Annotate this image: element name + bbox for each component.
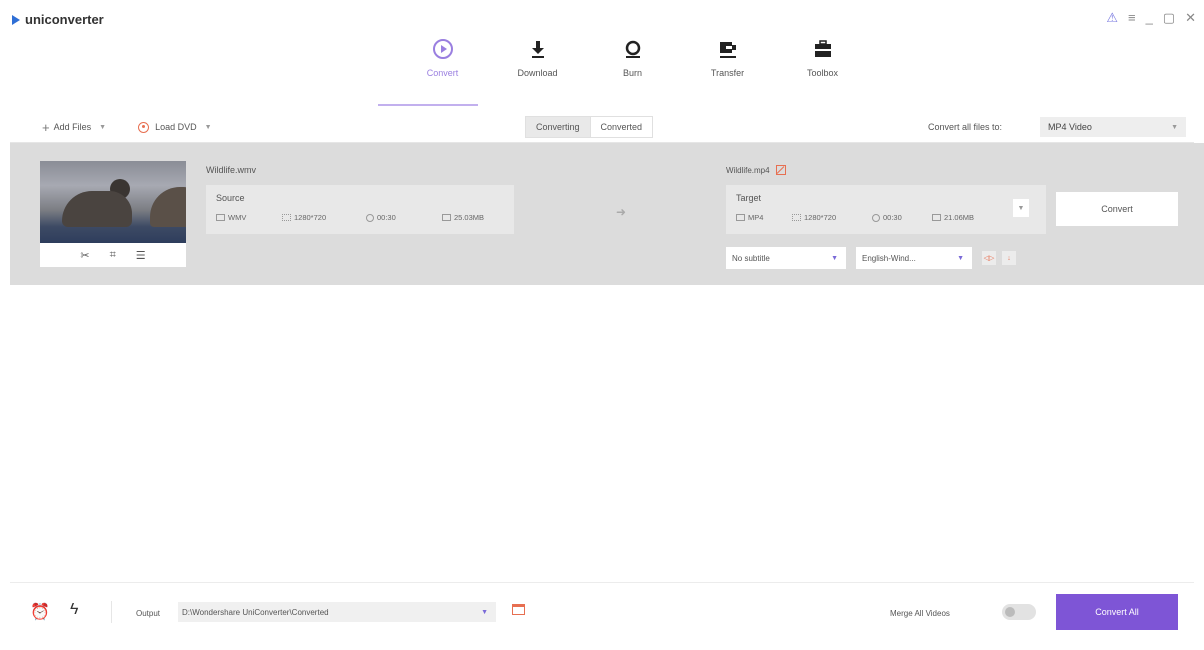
target-label: Target [736,193,762,203]
convert-icon [432,34,454,64]
source-filename: Wildlife.wmv [206,165,257,175]
active-tab-indicator [378,104,478,106]
target-filename: Wildlife.mp4 [726,165,786,175]
plus-icon: + [42,119,50,135]
source-format: WMV [216,213,246,222]
transfer-icon [718,34,738,64]
nav-convert[interactable]: Convert [395,34,490,108]
chevron-down-icon[interactable]: ▼ [205,124,212,131]
video-thumbnail[interactable] [40,161,186,243]
chevron-down-icon: ▼ [957,254,964,262]
chevron-down-icon[interactable]: ▼ [99,124,106,131]
app-name: uniconverter [25,12,104,27]
convert-all-button[interactable]: Convert All [1056,594,1178,630]
source-resolution: 1280*720 [282,213,326,222]
source-size: 25.03MB [442,213,484,222]
audio-track-value: English-Wind... [862,253,916,263]
tab-converting[interactable]: Converting [525,116,591,138]
add-files-button[interactable]: + Add Files ▼ [42,120,106,135]
merge-label: Merge All Videos [890,609,950,618]
nav-convert-label: Convert [426,68,459,78]
chevron-down-icon: ▼ [481,608,488,616]
nav-burn[interactable]: Burn [585,34,680,108]
target-format-dropdown[interactable]: ▼ [1013,199,1029,217]
app-logo: uniconverter [12,12,104,27]
divider [111,601,112,623]
source-info: Source WMV 1280*720 00:30 25.03MB [206,185,514,234]
download-icon [530,34,546,64]
nav-download[interactable]: Download [490,34,585,108]
footer-bar: ⏰ ϟ Output D:\Wondershare UniConverter\C… [10,582,1194,640]
toolbar: + Add Files ▼ Load DVD ▼ Converting Conv… [10,112,1194,143]
menu-icon[interactable]: ≡ [1128,10,1136,26]
edit-tools: ✂ ⌗ ☰ [40,243,186,267]
output-path-select[interactable]: D:\Wondershare UniConverter\Converted ▼ [178,602,496,622]
load-dvd-button[interactable]: Load DVD ▼ [138,121,212,133]
open-folder-icon[interactable] [512,604,525,615]
nav-transfer[interactable]: Transfer [680,34,775,108]
nav-toolbox-label: Toolbox [806,68,839,78]
target-info: Target MP4 1280*720 00:30 21.06MB [726,185,1046,234]
resolution-icon [282,214,291,221]
status-tabs: Converting Converted [525,116,654,138]
target-size: 21.06MB [932,213,974,222]
arrow-right-icon: ➜ [616,205,627,219]
logo-icon [12,14,20,25]
subtitle-select[interactable]: No subtitle ▼ [726,247,846,269]
app-window: uniconverter ⚠ ≡ _ ▢ ✕ Convert Download … [0,0,1204,650]
nav-toolbox[interactable]: Toolbox [775,34,870,108]
target-resolution: 1280*720 [792,213,836,222]
download-subtitle-icon[interactable]: ↓ [1002,251,1016,265]
tab-converted[interactable]: Converted [590,116,654,138]
target-format: MP4 [736,213,763,222]
chevron-down-icon: ▼ [1171,123,1178,131]
convert-all-label: Convert all files to: [928,122,1003,132]
effects-icon[interactable]: ☰ [136,249,146,262]
format-icon [216,214,225,221]
convert-button[interactable]: Convert [1056,192,1178,226]
output-format-select[interactable]: MP4 Video ▼ [1040,117,1186,137]
trim-icon[interactable]: ✂ [80,249,89,262]
minimize-icon[interactable]: _ [1146,10,1153,26]
nav-transfer-label: Transfer [710,68,745,78]
load-dvd-label: Load DVD [155,122,197,132]
source-duration: 00:30 [366,213,396,222]
crop-icon[interactable]: ⌗ [110,249,116,262]
format-icon [736,214,745,221]
edit-icon[interactable] [775,165,786,175]
audio-track-select[interactable]: English-Wind... ▼ [856,247,972,269]
main-nav: Convert Download Burn Transfer Toolbox [395,34,870,108]
nav-burn-label: Burn [622,68,642,78]
add-files-label: Add Files [53,122,92,132]
source-label: Source [216,193,245,203]
file-size-icon [932,214,941,221]
nav-download-label: Download [517,68,558,78]
file-size-icon [442,214,451,221]
clock-icon [872,213,880,222]
merge-toggle[interactable] [1002,604,1036,620]
audio-wave-icon[interactable]: ◁▷ [982,251,996,265]
output-format-value: MP4 Video [1048,122,1092,132]
target-duration: 00:30 [872,213,902,222]
schedule-alarm-icon[interactable]: ⏰ [30,602,50,622]
output-label: Output [136,609,161,618]
user-icon[interactable]: ⚠ [1106,10,1118,26]
file-item: ✂ ⌗ ☰ Wildlife.wmv Source WMV 1280*720 0… [10,143,1204,285]
maximize-icon[interactable]: ▢ [1163,10,1175,26]
clock-icon [366,213,374,222]
toolbox-icon [813,34,833,64]
dvd-icon [138,121,150,133]
window-controls: ⚠ ≡ _ ▢ ✕ [1106,10,1196,26]
chevron-down-icon: ▼ [831,254,838,262]
close-icon[interactable]: ✕ [1185,10,1196,26]
high-speed-icon[interactable]: ϟ [70,601,78,619]
subtitle-value: No subtitle [732,253,770,263]
output-path-value: D:\Wondershare UniConverter\Converted [182,607,329,617]
burn-icon [624,34,642,64]
resolution-icon [792,214,801,221]
